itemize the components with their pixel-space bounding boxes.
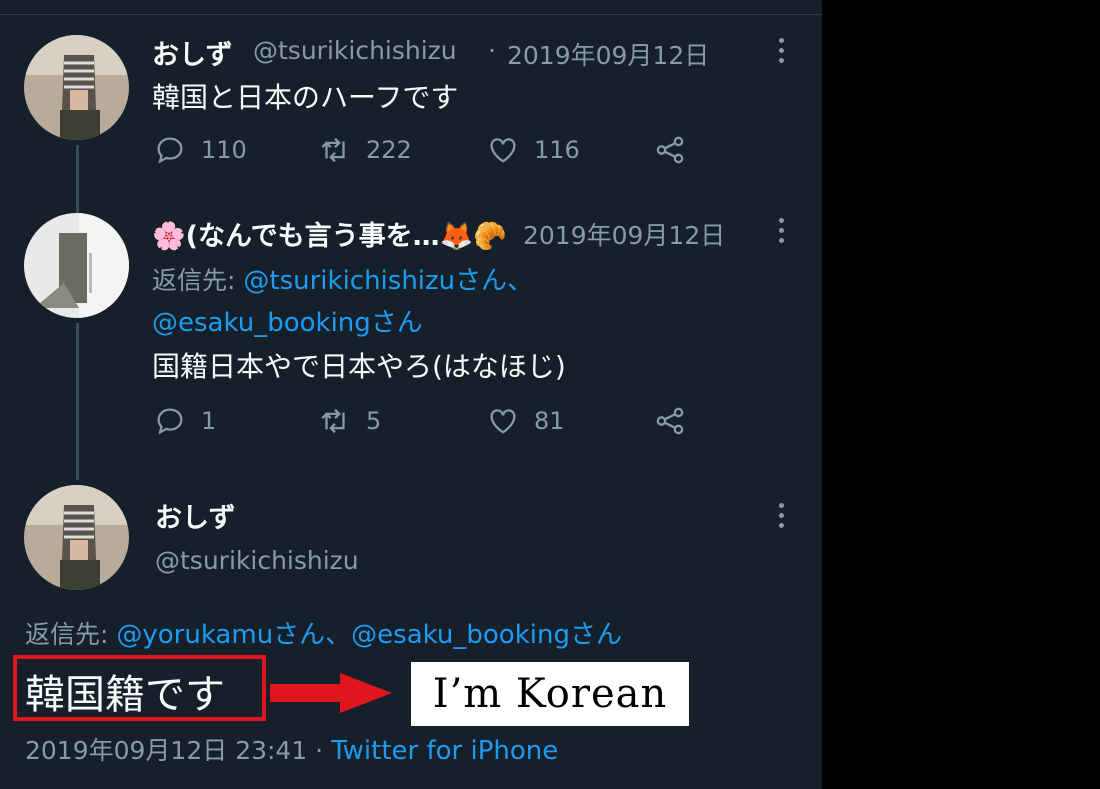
reply-button[interactable]: 110: [153, 133, 247, 167]
user-handle[interactable]: @tsurikichishizu: [253, 36, 457, 65]
avatar[interactable]: [24, 35, 129, 140]
like-button[interactable]: 81: [486, 404, 565, 438]
tweet-date[interactable]: 2019年09月12日: [507, 36, 709, 72]
more-icon[interactable]: [779, 503, 785, 533]
retweet-count: 222: [366, 136, 412, 164]
avatar[interactable]: [24, 213, 129, 318]
retweet-button[interactable]: 5: [318, 404, 381, 438]
reply-icon: [157, 137, 183, 164]
user-handle[interactable]: @tsurikichishizu: [155, 546, 359, 575]
more-icon[interactable]: [779, 218, 785, 248]
share-button[interactable]: [653, 404, 687, 438]
reply-prefix: 返信先:: [25, 620, 117, 649]
display-name[interactable]: おしず: [152, 33, 232, 72]
reply-count: 1: [201, 407, 217, 435]
display-name[interactable]: おしず: [155, 496, 235, 535]
share-button[interactable]: [653, 133, 687, 167]
share-icon: [656, 136, 684, 164]
mention-link[interactable]: @esaku_bookingさん: [152, 302, 423, 339]
reply-count: 110: [201, 136, 247, 164]
reply-prefix: 返信先:: [152, 266, 244, 295]
reply-to-line: 返信先: @tsurikichishizuさん、: [152, 260, 533, 297]
tweet-meta: 2019年09月12日 23:41 · Twitter for iPhone: [25, 731, 558, 767]
separator: ·: [488, 36, 496, 65]
retweet-count: 5: [366, 407, 382, 435]
display-name[interactable]: 🌸(なんでも言う事を…🦊🥐: [152, 214, 507, 253]
tweet-text: 韓国と日本のハーフです: [152, 81, 459, 114]
avatar[interactable]: [24, 485, 129, 590]
thread-connector: [76, 323, 79, 480]
like-count: 116: [534, 136, 580, 164]
tweet-date[interactable]: 2019年09月12日: [523, 216, 725, 252]
share-icon: [656, 407, 684, 435]
translation-note: I’m Korean: [411, 662, 689, 726]
thread-connector: [76, 145, 79, 213]
tweet-text: 国籍日本やで日本やろ(はなほじ): [152, 350, 566, 383]
timestamp[interactable]: 2019年09月12日 23:41 ·: [25, 736, 331, 765]
arrow-head-icon: [340, 673, 392, 713]
highlight-box: [13, 655, 266, 721]
annotation-arrow: [270, 684, 350, 702]
retweet-icon: [321, 137, 345, 163]
reply-button[interactable]: 1: [153, 404, 216, 438]
reply-to-line: 返信先: @yorukamuさん、@esaku_bookingさん: [25, 614, 622, 651]
mention-link[interactable]: @yorukamuさん、@esaku_bookingさん: [116, 620, 622, 650]
heart-icon: [490, 409, 516, 434]
more-icon[interactable]: [779, 38, 785, 68]
reply-icon: [157, 408, 183, 435]
like-button[interactable]: 116: [486, 133, 580, 167]
heart-icon: [490, 138, 516, 163]
mention-link[interactable]: @tsurikichishizuさん、: [243, 266, 533, 296]
like-count: 81: [534, 407, 565, 435]
divider: [0, 14, 822, 15]
retweet-button[interactable]: 222: [318, 133, 412, 167]
retweet-icon: [321, 408, 345, 434]
source-link[interactable]: Twitter for iPhone: [331, 736, 558, 766]
